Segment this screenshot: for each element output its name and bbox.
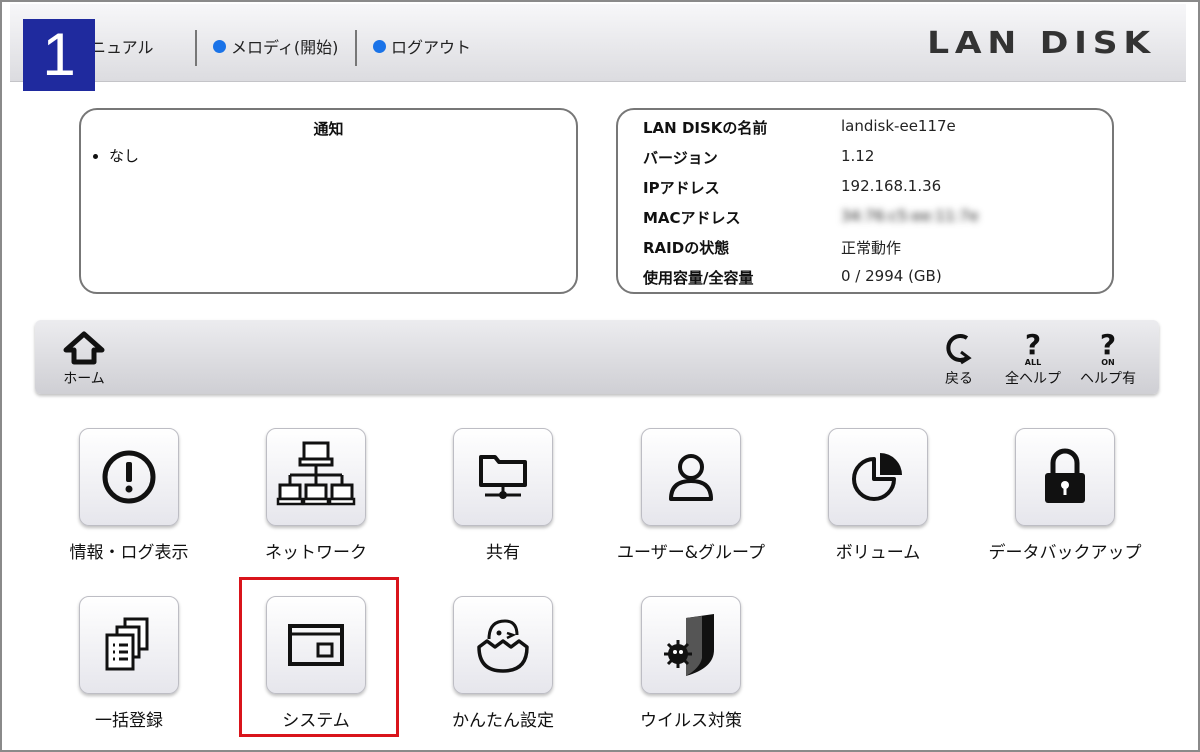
home-label: ホーム [63,371,105,387]
status-value-mac-blurred: 34:76:c5:ee:11:7e [841,207,979,225]
tile-label: ウイルス対策 [640,711,742,731]
tile-label: 情報・ログ表示 [69,543,189,563]
top-header: ニュアル メロディ(開始) ログアウト LAN DISK [10,4,1186,82]
lan-disk-logo: LAN DISK [927,26,1156,61]
status-row-capacity: 使用容量/全容量 0 / 2994 (GB) [643,267,942,288]
tile-label: 一括登録 [95,711,163,731]
virus-shield-icon [641,596,741,694]
status-value: 正常動作 [841,239,902,257]
status-key: IPアドレス [643,179,720,197]
help-on-label: ヘルプ有 [1080,371,1136,387]
notice-title: 通知 [313,120,344,138]
bullet-dot-icon [373,39,386,53]
tile-antivirus[interactable]: ウイルス対策 [596,596,786,731]
manual-link-label: ニュアル [90,38,154,57]
home-icon [63,331,105,365]
device-status-panel: LAN DISKの名前 landisk-ee117e バージョン 1.12 IP… [616,108,1114,294]
melody-start-label: メロディ(開始) [231,38,339,57]
hatching-chick-icon [453,596,553,694]
status-key: バージョン [643,149,718,167]
tile-shared[interactable]: 共有 [408,428,598,563]
pie-chart-icon [828,428,928,526]
all-help-button[interactable]: ? ALL 全ヘルプ [1001,320,1065,394]
home-button[interactable]: ホーム [55,320,113,394]
tile-info-log[interactable]: 情報・ログ表示 [34,428,224,563]
status-row-raid: RAIDの状態 正常動作 [643,237,901,258]
tile-bulk-register[interactable]: 一括登録 [34,596,224,731]
notice-list: なし [109,145,576,166]
bulk-documents-icon [79,596,179,694]
tile-label: ネットワーク [265,543,367,563]
step-number-badge: 1 [23,19,95,91]
help-all-icon: ? ALL [1025,330,1041,366]
lock-icon [1015,428,1115,526]
tile-network[interactable]: ネットワーク [221,428,411,563]
melody-start-link[interactable]: メロディ(開始) [213,34,338,58]
svg-text:?: ? [1100,330,1116,361]
logout-label: ログアウト [391,38,472,57]
info-icon [79,428,179,526]
status-value: 192.168.1.36 [841,177,942,195]
status-row-name: LAN DISKの名前 landisk-ee117e [643,117,956,138]
back-arrow-icon [946,334,972,365]
tile-data-backup[interactable]: データバックアップ [970,428,1160,563]
tile-easy-setup[interactable]: かんたん設定 [408,596,598,731]
bullet-dot-icon [213,39,226,53]
svg-text:?: ? [1025,330,1041,361]
status-key: RAIDの状態 [643,239,730,257]
back-label: 戻る [945,371,973,387]
tile-label: データバックアップ [988,543,1142,563]
network-icon [266,428,366,526]
header-divider [355,30,357,66]
status-value: 0 / 2994 (GB) [841,267,942,285]
status-row-mac: MACアドレス 34:76:c5:ee:11:7e [643,207,979,228]
tile-user-group[interactable]: ユーザー&グループ [596,428,786,563]
status-key: 使用容量/全容量 [643,269,754,287]
header-divider [195,30,197,66]
navigation-toolbar: ホーム 戻る ? ALL 全ヘルプ ? ON ヘルプ有 [35,320,1159,394]
logout-link[interactable]: ログアウト [373,34,471,58]
user-icon [641,428,741,526]
status-key: MACアドレス [643,209,741,227]
tile-volume[interactable]: ボリューム [783,428,973,563]
manual-link[interactable]: ニュアル [90,34,154,58]
help-on-button[interactable]: ? ON ヘルプ有 [1076,320,1140,394]
status-value: 1.12 [841,147,875,165]
svg-text:ALL: ALL [1025,358,1041,366]
tile-label: 共有 [486,543,520,563]
help-on-icon: ? ON [1100,330,1116,366]
back-button[interactable]: 戻る [935,320,983,394]
notice-item: なし [109,145,576,166]
system-highlight-box [239,577,399,737]
all-help-label: 全ヘルプ [1005,371,1061,387]
tile-label: ボリューム [835,543,921,563]
tile-label: かんたん設定 [452,711,554,731]
shared-folder-icon [453,428,553,526]
tile-label: ユーザー&グループ [617,543,765,563]
notice-panel: 通知 なし [79,108,578,294]
status-value: landisk-ee117e [841,117,956,135]
status-key: LAN DISKの名前 [643,119,768,137]
svg-text:ON: ON [1101,358,1115,366]
status-row-version: バージョン 1.12 [643,147,874,168]
status-row-ip: IPアドレス 192.168.1.36 [643,177,941,198]
